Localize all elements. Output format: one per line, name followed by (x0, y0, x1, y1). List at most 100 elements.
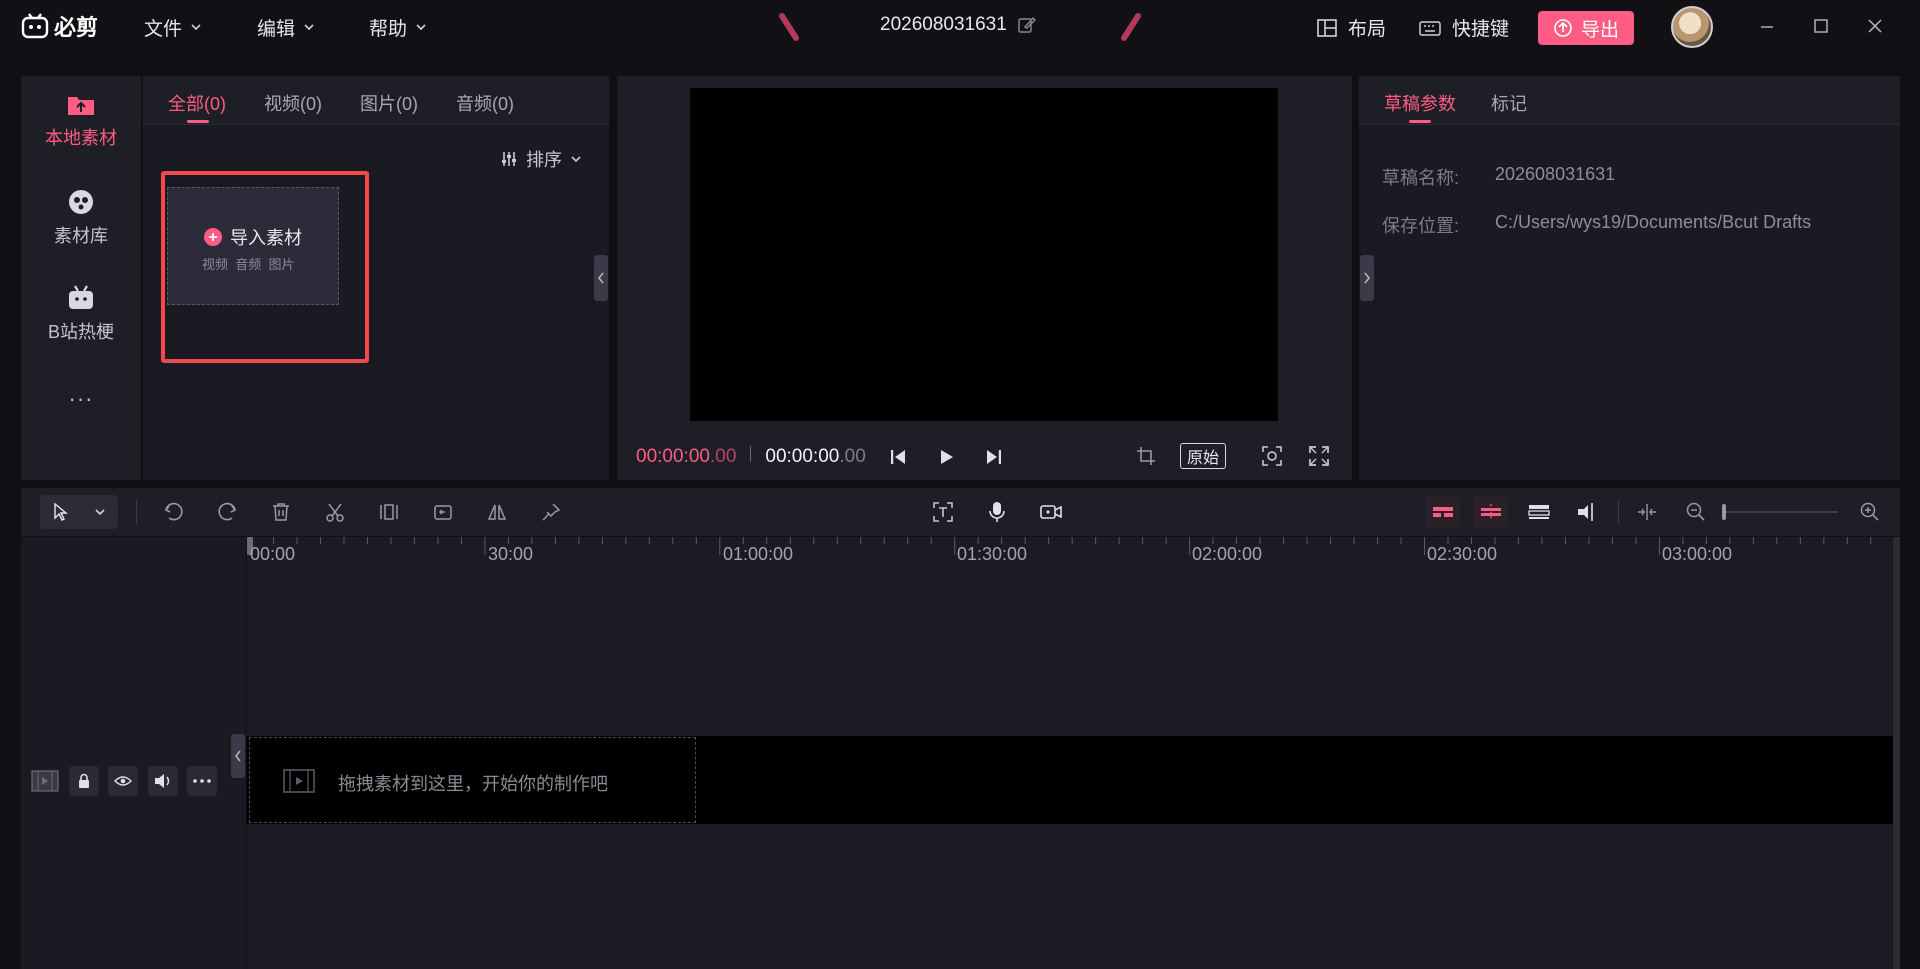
zoom-slider-handle[interactable] (1722, 504, 1726, 520)
timeline-scrollbar[interactable] (1893, 537, 1900, 969)
track-more-button[interactable] (187, 766, 217, 796)
play-icon[interactable] (936, 447, 956, 467)
chevron-down-icon (571, 156, 581, 163)
eye-icon (114, 776, 132, 786)
sidebar-item-label: 本地素材 (45, 128, 117, 148)
folder-upload-icon (68, 97, 94, 115)
fit-timeline-icon[interactable] (1636, 502, 1658, 522)
pin-icon[interactable] (540, 501, 562, 523)
ratio-button[interactable]: 原始 (1180, 443, 1227, 469)
tab-active-indicator (187, 120, 209, 123)
drop-zone[interactable]: 拖拽素材到这里，开始你的制作吧 (249, 737, 696, 823)
ruler-label-0: 00:00 (250, 544, 296, 564)
more-icon: ··· (68, 386, 94, 411)
toolbar-divider (136, 500, 137, 524)
current-frames: .00 (709, 446, 737, 467)
film-icon (31, 770, 59, 792)
library-icon (69, 190, 93, 214)
properties-panel (1359, 76, 1900, 480)
zoom-slider-track (1722, 511, 1838, 513)
sidebar-item-local-media[interactable]: 本地素材 (21, 92, 141, 150)
layout-button[interactable]: 布局 (1316, 14, 1386, 41)
chevron-right-icon (1364, 272, 1370, 284)
track-lock-button[interactable] (69, 766, 99, 796)
title-decoration-right (1121, 13, 1141, 41)
select-tool-dropdown[interactable] (40, 495, 118, 529)
menu-edit-label: 编辑 (257, 18, 296, 40)
text-recognition-icon[interactable] (932, 501, 954, 523)
magnet-track-icon (1433, 507, 1453, 517)
tab-all[interactable]: 全部(0) (168, 90, 226, 116)
freeze-frame-icon[interactable] (378, 501, 400, 523)
redo-icon[interactable] (216, 501, 238, 523)
ruler-label-2: 01:00:00 (723, 544, 794, 564)
camera-record-icon[interactable] (1039, 501, 1063, 523)
crop-icon[interactable] (1135, 445, 1157, 467)
menu-help[interactable]: 帮助 (369, 12, 427, 42)
sidebar-item-material-library[interactable]: 素材库 (21, 188, 141, 248)
timecode: 00:00:00 .00 00:00:00 .00 (636, 446, 866, 468)
delete-icon[interactable] (270, 501, 292, 523)
track-visibility-button[interactable] (108, 766, 138, 796)
export-button[interactable]: 导出 (1538, 11, 1634, 45)
ruler-label-3: 01:30:00 (957, 544, 1028, 564)
microphone-icon[interactable] (986, 500, 1008, 524)
project-name: 202608031631 (880, 14, 1007, 35)
ruler-label-4: 02:00:00 (1192, 544, 1263, 564)
ruler-label-6: 03:00:00 (1662, 544, 1733, 564)
highlight-box (161, 171, 369, 363)
sidebar-item-label: B站热梗 (47, 322, 114, 342)
minimize-icon[interactable] (1758, 18, 1776, 36)
reverse-icon[interactable] (432, 501, 454, 523)
sidebar-item-label: 素材库 (54, 226, 108, 246)
main-track-magnet-toggle[interactable] (1426, 496, 1460, 528)
film-icon (283, 769, 315, 793)
zoom-slider[interactable] (1722, 504, 1838, 520)
keyboard-icon (1419, 20, 1441, 36)
fullscreen-icon[interactable] (1308, 445, 1330, 467)
sort-label: 排序 (526, 150, 562, 170)
sort-button[interactable]: 排序 (500, 146, 582, 172)
mirror-icon[interactable] (486, 501, 508, 523)
screenshot-icon[interactable] (1261, 445, 1283, 467)
undo-icon[interactable] (163, 501, 185, 523)
edit-icon[interactable] (1017, 15, 1037, 35)
zoom-in-icon[interactable] (1859, 501, 1881, 523)
maximize-icon[interactable] (1812, 17, 1830, 35)
track-header-collapse-handle[interactable] (231, 734, 245, 778)
tab-draft-params[interactable]: 草稿参数 (1384, 90, 1456, 116)
tab-image[interactable]: 图片(0) (360, 90, 418, 116)
sidebar-item-bilibili-memes[interactable]: B站热梗 (21, 284, 141, 344)
upload-icon (1554, 19, 1572, 37)
menu-edit[interactable]: 编辑 (257, 12, 315, 42)
close-icon[interactable] (1866, 17, 1884, 35)
zoom-out-icon[interactable] (1685, 501, 1707, 523)
layout-icon (1317, 18, 1337, 37)
menu-file[interactable]: 文件 (144, 12, 202, 42)
sort-sliders-icon (502, 152, 516, 166)
preview-canvas (690, 88, 1278, 421)
chevron-down-icon (191, 24, 201, 31)
draft-name-row: 草稿名称: 202608031631 (1382, 164, 1615, 190)
properties-panel-collapse-handle[interactable] (1360, 255, 1374, 301)
tab-markers[interactable]: 标记 (1491, 90, 1527, 116)
save-location-row: 保存位置: C:/Users/wys19/Documents/Bcut Draf… (1382, 212, 1811, 238)
chevron-down-icon (95, 509, 105, 516)
skip-next-icon[interactable] (984, 447, 1004, 467)
sidebar-more-button[interactable]: ··· (21, 386, 141, 412)
media-panel-collapse-handle[interactable] (594, 255, 608, 301)
app-name: 必剪 (54, 15, 99, 40)
track-header-area (21, 537, 246, 969)
shortcut-button[interactable]: 快捷键 (1418, 14, 1509, 41)
snap-icon (1481, 504, 1501, 520)
skip-previous-icon[interactable] (888, 447, 908, 467)
auto-snap-toggle[interactable] (1474, 496, 1508, 528)
linkage-icon[interactable] (1527, 502, 1551, 522)
tab-audio[interactable]: 音频(0) (456, 90, 514, 116)
title-decoration-left (779, 13, 799, 41)
user-avatar[interactable] (1671, 6, 1713, 48)
split-icon[interactable] (324, 501, 346, 523)
track-mute-button[interactable] (148, 766, 178, 796)
preview-axis-icon[interactable] (1575, 501, 1599, 523)
tab-video[interactable]: 视频(0) (264, 90, 322, 116)
